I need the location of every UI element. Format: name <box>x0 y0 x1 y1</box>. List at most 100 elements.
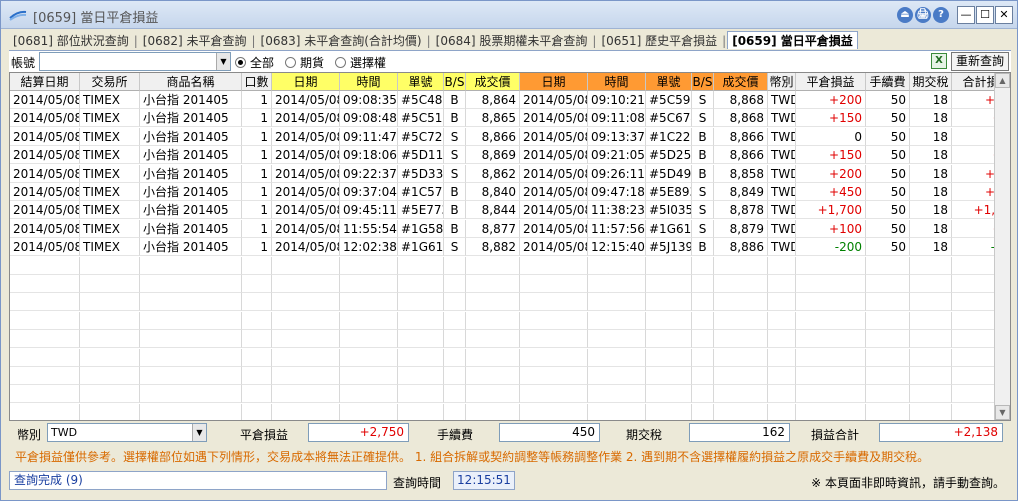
column-header[interactable]: 手續費 <box>866 73 910 91</box>
tab-0684[interactable]: [0684] 股票期權未平倉查詢 <box>432 32 592 50</box>
radio-dot-icon[interactable] <box>335 57 346 68</box>
table-cell: TIMEX <box>80 201 140 220</box>
table-cell: TIMEX <box>80 127 140 146</box>
radio-dot-icon[interactable] <box>285 57 296 68</box>
column-header[interactable]: 幣別 <box>768 73 796 91</box>
column-header[interactable]: 成交價 <box>466 73 520 91</box>
table-cell <box>10 330 80 349</box>
table-row[interactable]: 2014/05/08 TIMEX 小台指 201405 1 2014/05/08 09:2… <box>10 164 1010 183</box>
column-header[interactable]: 時間 <box>340 73 398 91</box>
title-bar[interactable]: [0659] 當日平倉損益 ⏏ 🖨 ? — ☐ ✕ <box>1 1 1017 29</box>
column-header[interactable]: 成交價 <box>714 73 768 91</box>
table-cell <box>910 385 952 404</box>
table-row[interactable]: 2014/05/08 TIMEX 小台指 201405 1 2014/05/08 11:5… <box>10 219 1010 238</box>
table-cell: 1 <box>242 201 272 220</box>
table-cell: #5E773 <box>398 201 444 220</box>
scroll-up-icon[interactable]: ▲ <box>995 73 1010 88</box>
table-cell <box>444 403 466 420</box>
scroll-down-icon[interactable]: ▼ <box>995 405 1010 420</box>
status-bar: 查詢完成 (9) 查詢時間 12:15:51 ※ 本頁面非即時資訊，請手動查詢。 <box>9 470 1011 492</box>
table-cell: 2014/05/08 <box>10 164 80 183</box>
table-cell: B <box>692 164 714 183</box>
table-cell <box>466 275 520 293</box>
table-cell <box>466 256 520 275</box>
table-cell: TWD <box>768 238 796 257</box>
radio-all[interactable]: 全部 <box>235 54 274 71</box>
column-header[interactable]: 單號 <box>646 73 692 91</box>
table-cell <box>866 256 910 275</box>
column-header[interactable]: 口數 <box>242 73 272 91</box>
table-cell <box>80 330 140 349</box>
table-row[interactable]: 2014/05/08 TIMEX 小台指 201405 1 2014/05/08 09:0… <box>10 109 1010 128</box>
excel-export-icon[interactable]: X <box>931 53 947 69</box>
table-cell <box>520 385 588 404</box>
table-row[interactable]: 2014/05/08 TIMEX 小台指 201405 1 2014/05/08 09:1… <box>10 146 1010 165</box>
table-cell: 0 <box>796 127 866 146</box>
print-icon[interactable]: 🖨 <box>915 7 931 23</box>
tab-0682[interactable]: [0682] 未平倉查詢 <box>139 32 251 50</box>
chevron-down-icon[interactable]: ▼ <box>192 424 206 441</box>
table-cell: 2014/05/08 <box>10 201 80 220</box>
column-header[interactable]: 結算日期 <box>10 73 80 91</box>
chevron-down-icon[interactable]: ▼ <box>216 53 230 70</box>
table-row[interactable]: 2014/05/08 TIMEX 小台指 201405 1 2014/05/08 09:3… <box>10 183 1010 201</box>
column-header[interactable]: 交易所 <box>80 73 140 91</box>
table-cell <box>444 275 466 293</box>
column-header[interactable]: 時間 <box>588 73 646 91</box>
column-header[interactable]: 期交稅 <box>910 73 952 91</box>
table-cell <box>466 348 520 367</box>
table-cell <box>796 256 866 275</box>
table-cell: 2014/05/08 <box>10 238 80 257</box>
column-header[interactable]: 日期 <box>272 73 340 91</box>
table-cell: B <box>444 109 466 128</box>
table-cell <box>398 348 444 367</box>
column-header[interactable]: 商品名稱 <box>140 73 242 91</box>
vertical-scrollbar[interactable]: ▲ ▼ <box>994 73 1010 420</box>
table-cell: 12:02:38 <box>340 238 398 257</box>
table-cell: B <box>444 91 466 109</box>
tab-0681[interactable]: [0681] 部位狀況查詢 <box>9 32 133 50</box>
table-cell: #5D497 <box>646 164 692 183</box>
close-button[interactable]: ✕ <box>995 6 1013 24</box>
export-icon[interactable]: ⏏ <box>897 7 913 23</box>
column-header[interactable]: 日期 <box>520 73 588 91</box>
app-window: [0659] 當日平倉損益 ⏏ 🖨 ? — ☐ ✕ [0681] 部位狀況查詢 |… <box>0 0 1018 501</box>
empty-row <box>10 275 1010 293</box>
tab-0683[interactable]: [0683] 未平倉查詢(合計均價) <box>257 32 426 50</box>
minimize-button[interactable]: — <box>957 6 975 24</box>
table-cell <box>444 293 466 312</box>
table-cell <box>866 330 910 349</box>
maximize-button[interactable]: ☐ <box>976 6 994 24</box>
tab-0659[interactable]: [0659] 當日平倉損益 <box>727 31 858 49</box>
table-cell <box>10 275 80 293</box>
table-cell: #5D112 <box>398 146 444 165</box>
pnl-value: +2,750 <box>308 423 409 442</box>
fee-label: 手續費 <box>437 428 474 442</box>
radio-futures[interactable]: 期貨 <box>285 54 324 71</box>
table-row[interactable]: 2014/05/08 TIMEX 小台指 201405 1 2014/05/08 09:4… <box>10 201 1010 220</box>
table-cell <box>242 367 272 385</box>
total-value: +2,138 <box>879 423 1003 442</box>
column-header[interactable]: B/S <box>444 73 466 91</box>
table-row[interactable]: 2014/05/08 TIMEX 小台指 201405 1 2014/05/08 09:0… <box>10 91 1010 109</box>
help-icon[interactable]: ? <box>933 7 949 23</box>
table-cell: 8,840 <box>466 183 520 201</box>
radio-dot-icon[interactable] <box>235 57 246 68</box>
table-header: 結算日期 交易所 商品名稱 口數 日期 時間 單號 B/S 成交價 日期 時間 單號 B/S 成交價 幣別平… <box>10 73 1010 91</box>
table-row[interactable]: 2014/05/08 TIMEX 小台指 201405 1 2014/05/08 09:1… <box>10 127 1010 146</box>
radio-options[interactable]: 選擇權 <box>335 54 386 71</box>
column-header[interactable]: 平倉損益 <box>796 73 866 91</box>
tab-0651[interactable]: [0651] 歷史平倉損益 <box>597 32 721 50</box>
refresh-button[interactable]: 重新查詢 <box>951 52 1009 71</box>
table-cell <box>714 275 768 293</box>
radio-all-label: 全部 <box>250 56 275 70</box>
table-cell: 2014/05/08 <box>272 91 340 109</box>
column-header[interactable]: B/S <box>692 73 714 91</box>
table-cell: 09:18:06 <box>340 146 398 165</box>
table-row[interactable]: 2014/05/08 TIMEX 小台指 201405 1 2014/05/08 12:0… <box>10 238 1010 257</box>
column-header[interactable]: 單號 <box>398 73 444 91</box>
table-cell: 小台指 201405 <box>140 127 242 146</box>
table-cell: 2014/05/08 <box>272 201 340 220</box>
currency-select[interactable]: TWD ▼ <box>47 423 207 442</box>
account-select[interactable]: ▼ <box>39 52 231 71</box>
